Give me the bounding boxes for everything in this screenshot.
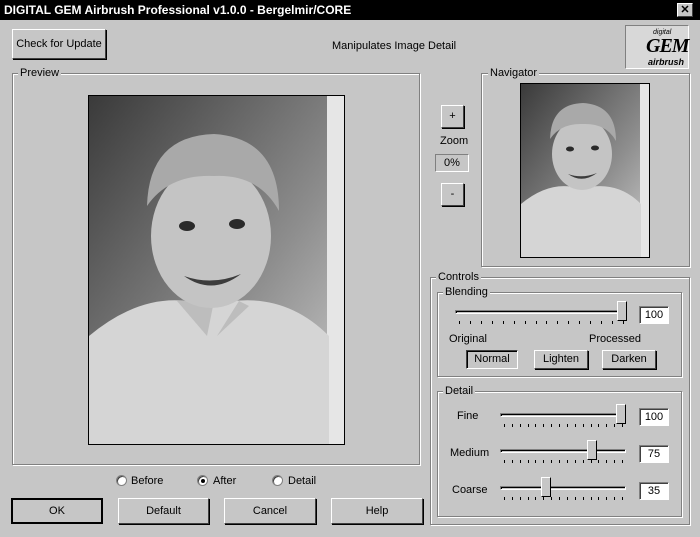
preview-image[interactable]: [88, 95, 345, 445]
preview-label: Preview: [18, 67, 62, 79]
medium-slider-track: [500, 449, 626, 453]
detail-group-label: Detail: [443, 385, 476, 397]
fine-slider-ticks: [504, 424, 623, 427]
fine-value[interactable]: 100: [639, 408, 669, 426]
blending-slider-track: [455, 310, 627, 314]
fine-label: Fine: [457, 410, 479, 422]
coarse-label: Coarse: [452, 484, 488, 496]
blending-slider[interactable]: [455, 301, 627, 331]
close-icon: ✕: [680, 4, 690, 16]
darken-button[interactable]: Darken: [602, 350, 656, 369]
before-radio[interactable]: [116, 475, 127, 486]
ok-button[interactable]: OK: [11, 498, 103, 524]
blending-slider-ticks: [459, 321, 624, 324]
coarse-value[interactable]: 35: [639, 482, 669, 500]
title-bar: DIGITAL GEM Airbrush Professional v1.0.0…: [0, 0, 700, 20]
processed-label: Processed: [589, 333, 641, 345]
zoom-label: Zoom: [440, 135, 469, 147]
navigator-label: Navigator: [488, 67, 540, 79]
logo-gem-text: GEM: [646, 35, 690, 57]
blending-value[interactable]: 100: [639, 306, 669, 324]
zoom-in-button[interactable]: +: [441, 105, 464, 128]
help-button[interactable]: Help: [331, 498, 423, 524]
navigator-image[interactable]: [520, 83, 650, 258]
coarse-slider-ticks: [504, 497, 623, 500]
fine-slider-track: [500, 413, 626, 417]
coarse-slider-thumb[interactable]: [541, 477, 551, 497]
detail-option-label: Detail: [288, 475, 317, 487]
blending-slider-thumb[interactable]: [617, 301, 627, 321]
default-button[interactable]: Default: [118, 498, 209, 524]
coarse-slider-track: [500, 486, 626, 490]
fine-slider-thumb[interactable]: [616, 404, 626, 424]
after-label: After: [213, 475, 237, 487]
navigator-thumbnail-graphic: [521, 84, 649, 257]
check-for-update-button[interactable]: Check for Update: [12, 29, 106, 59]
after-radio[interactable]: [197, 475, 208, 486]
medium-slider[interactable]: [500, 440, 626, 470]
controls-label: Controls: [436, 271, 481, 283]
medium-label: Medium: [450, 447, 490, 459]
normal-button[interactable]: Normal: [466, 350, 518, 369]
original-label: Original: [449, 333, 487, 345]
child-photo-graphic: [89, 96, 344, 444]
medium-slider-ticks: [504, 460, 623, 463]
fine-slider[interactable]: [500, 404, 626, 434]
zoom-out-button[interactable]: -: [441, 183, 464, 206]
blending-label: Blending: [443, 286, 490, 298]
zoom-value: 0%: [435, 154, 469, 172]
description-text: Manipulates Image Detail: [332, 40, 457, 52]
medium-value[interactable]: 75: [639, 445, 669, 463]
window-title: DIGITAL GEM Airbrush Professional v1.0.0…: [4, 3, 352, 17]
medium-slider-thumb[interactable]: [587, 440, 597, 460]
gem-logo: digital GEM airbrush: [625, 25, 690, 69]
before-label: Before: [131, 475, 164, 487]
coarse-slider[interactable]: [500, 477, 626, 507]
logo-airbrush-text: airbrush: [648, 57, 685, 67]
cancel-button[interactable]: Cancel: [224, 498, 316, 524]
detail-radio[interactable]: [272, 475, 283, 486]
lighten-button[interactable]: Lighten: [534, 350, 588, 369]
close-button[interactable]: ✕: [677, 3, 693, 17]
